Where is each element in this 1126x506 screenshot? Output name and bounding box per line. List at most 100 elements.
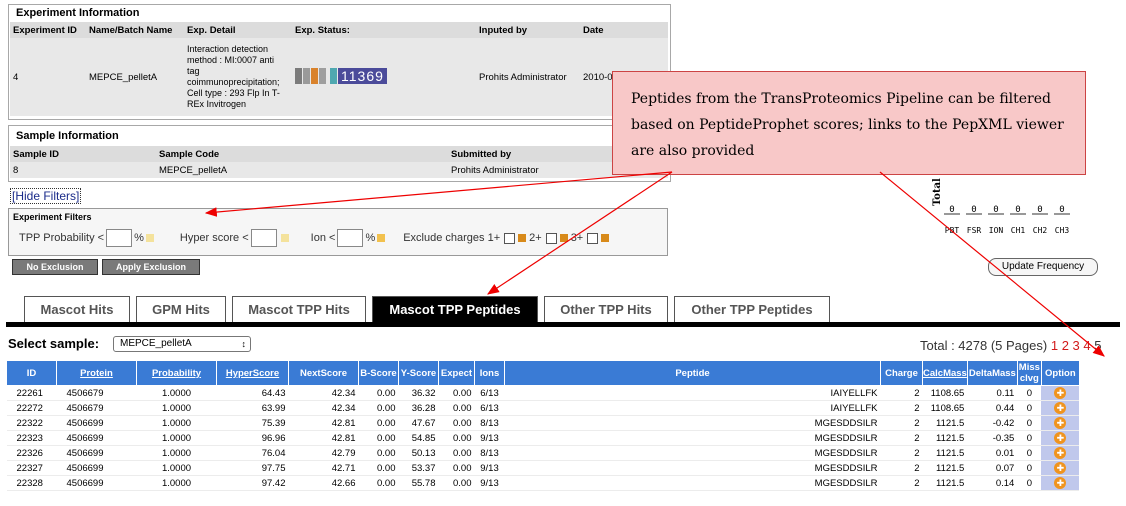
table-cell: 0 — [1017, 460, 1042, 476]
table-cell: MGESDDSILR — [504, 430, 881, 446]
col-sample-code: Sample Code — [156, 146, 448, 162]
table-cell: 0 — [1017, 475, 1042, 491]
table-cell: IAIYELLFK — [504, 385, 881, 401]
no-exclusion-button[interactable]: No Exclusion — [12, 259, 98, 275]
experiment-inputed-by: Prohits Administrator — [476, 38, 580, 116]
table-cell: 50.13 — [398, 445, 439, 461]
percent-label: % — [134, 232, 144, 244]
filters-row: TPP Probability < % Hyper score < Ion < … — [19, 229, 612, 247]
page-link-1[interactable]: 1 — [1051, 338, 1058, 353]
table-cell: 1121.5 — [922, 415, 968, 431]
tab-gpm-hits[interactable]: GPM Hits — [136, 296, 226, 323]
status-square — [330, 67, 337, 84]
table-cell: 64.43 — [216, 385, 289, 401]
tab-other-tpp-hits[interactable]: Other TPP Hits — [544, 296, 668, 323]
tpp-probability-input[interactable] — [106, 229, 133, 247]
mini-chart-value: 0 — [993, 205, 998, 215]
pepxml-viewer-icon[interactable]: ✚ — [1054, 477, 1067, 489]
charge-3-checkbox[interactable] — [587, 232, 599, 244]
col-header: Miss clvg — [1016, 360, 1042, 386]
table-cell: 36.28 — [398, 400, 439, 416]
mini-chart-category: ION — [989, 226, 1004, 235]
pepxml-viewer-icon[interactable]: ✚ — [1054, 432, 1067, 444]
table-cell: 0.00 — [438, 430, 475, 446]
table-cell: 0.00 — [358, 385, 399, 401]
table-cell: 1.0000 — [136, 400, 217, 416]
col-status: Exp. Status: — [292, 22, 476, 38]
filters-title: Experiment Filters — [13, 212, 92, 222]
table-cell: 2 — [880, 415, 923, 431]
mini-chart-ylabel: Total — [932, 178, 943, 206]
result-tabs: Mascot Hits GPM Hits Mascot TPP Hits Mas… — [24, 296, 836, 323]
apply-exclusion-button[interactable]: Apply Exclusion — [102, 259, 200, 275]
col-header[interactable]: HyperScore — [216, 360, 289, 386]
page-link-2[interactable]: 2 — [1062, 338, 1069, 353]
option-cell: ✚ — [1041, 475, 1080, 491]
charge-1-checkbox[interactable] — [504, 232, 516, 244]
table-cell: 22327 — [6, 460, 57, 476]
col-header[interactable]: Probability — [136, 360, 217, 386]
tab-mascot-hits[interactable]: Mascot Hits — [24, 296, 130, 323]
col-header: DeltaMass — [966, 360, 1018, 386]
table-cell: 42.81 — [288, 430, 359, 446]
tab-mascot-tpp-peptides[interactable]: Mascot TPP Peptides — [372, 296, 538, 323]
status-square — [311, 67, 318, 84]
select-arrows-icon: ↕ — [241, 339, 247, 349]
table-cell: 0.00 — [438, 385, 475, 401]
sample-select[interactable]: MEPCE_pelletA ↕ — [113, 336, 251, 352]
table-cell: 76.04 — [216, 445, 289, 461]
table-cell: 0 — [1017, 415, 1042, 431]
table-cell: 6/13 — [474, 400, 505, 416]
pepxml-viewer-icon[interactable]: ✚ — [1054, 462, 1067, 474]
status-square — [303, 67, 310, 84]
table-cell: 0.00 — [358, 475, 399, 491]
pepxml-viewer-icon[interactable]: ✚ — [1054, 417, 1067, 429]
table-cell: 0.00 — [438, 475, 475, 491]
table-cell: 0.14 — [967, 475, 1018, 491]
table-row: 22272 4506679 1.0000 63.99 42.34 0.00 36.28 0.0… — [6, 400, 1080, 416]
sample-select-value: MEPCE_pelletA — [120, 338, 192, 349]
table-cell: 2 — [880, 475, 923, 491]
hyper-color-square — [280, 234, 289, 242]
option-cell: ✚ — [1041, 430, 1080, 446]
table-cell: 42.66 — [288, 475, 359, 491]
table-row: 22261 4506679 1.0000 64.43 42.34 0.00 36.32 0.0… — [6, 385, 1080, 401]
table-cell: 55.78 — [398, 475, 439, 491]
table-cell: 22328 — [6, 475, 57, 491]
table-cell: 0.00 — [438, 445, 475, 461]
mini-chart-category: PBT — [945, 226, 960, 235]
ion-input[interactable] — [337, 229, 364, 247]
ion-label: Ion < — [310, 232, 336, 244]
table-cell: 0.00 — [438, 400, 475, 416]
table-cell: 9/13 — [474, 475, 505, 491]
page-link-3[interactable]: 3 — [1073, 338, 1080, 353]
peptides-table: ID Protein Probability HyperScore NextScore B… — [6, 360, 1080, 491]
col-header[interactable]: CalcMass — [922, 360, 968, 386]
frequency-mini-chart: Total 0 PBT 0 FSR 0 ION 0 CH1 0 CH2 0 CH3 — [932, 178, 1070, 235]
table-cell: MGESDDSILR — [504, 445, 881, 461]
hide-filters-link[interactable]: [Hide Filters] — [10, 188, 82, 204]
charge-2-checkbox[interactable] — [545, 232, 557, 244]
tab-mascot-tpp-hits[interactable]: Mascot TPP Hits — [232, 296, 366, 323]
update-frequency-button[interactable]: Update Frequency — [988, 258, 1098, 276]
pepxml-viewer-icon[interactable]: ✚ — [1054, 447, 1067, 459]
table-cell: 22323 — [6, 430, 57, 446]
table-cell: 75.39 — [216, 415, 289, 431]
page-link-5[interactable]: 5 — [1094, 338, 1101, 353]
pepxml-viewer-icon[interactable]: ✚ — [1054, 387, 1067, 399]
col-header: Ions — [474, 360, 505, 386]
page-link-4[interactable]: 4 — [1083, 338, 1090, 353]
tab-other-tpp-peptides[interactable]: Other TPP Peptides — [674, 296, 830, 323]
table-row: 22327 4506699 1.0000 97.75 42.71 0.00 53.37 0.0… — [6, 460, 1080, 476]
hyper-score-input[interactable] — [250, 229, 277, 247]
col-header: Peptide — [504, 360, 881, 386]
option-cell: ✚ — [1041, 445, 1080, 461]
col-header[interactable]: Protein — [56, 360, 137, 386]
experiment-name: MEPCE_pelletA — [86, 38, 184, 116]
col-sample-id: Sample ID — [10, 146, 156, 162]
col-header: Expect — [438, 360, 475, 386]
pepxml-viewer-icon[interactable]: ✚ — [1054, 402, 1067, 414]
table-cell: 22272 — [6, 400, 57, 416]
table-cell: 2 — [880, 430, 923, 446]
status-bar: 11369 — [295, 67, 387, 84]
